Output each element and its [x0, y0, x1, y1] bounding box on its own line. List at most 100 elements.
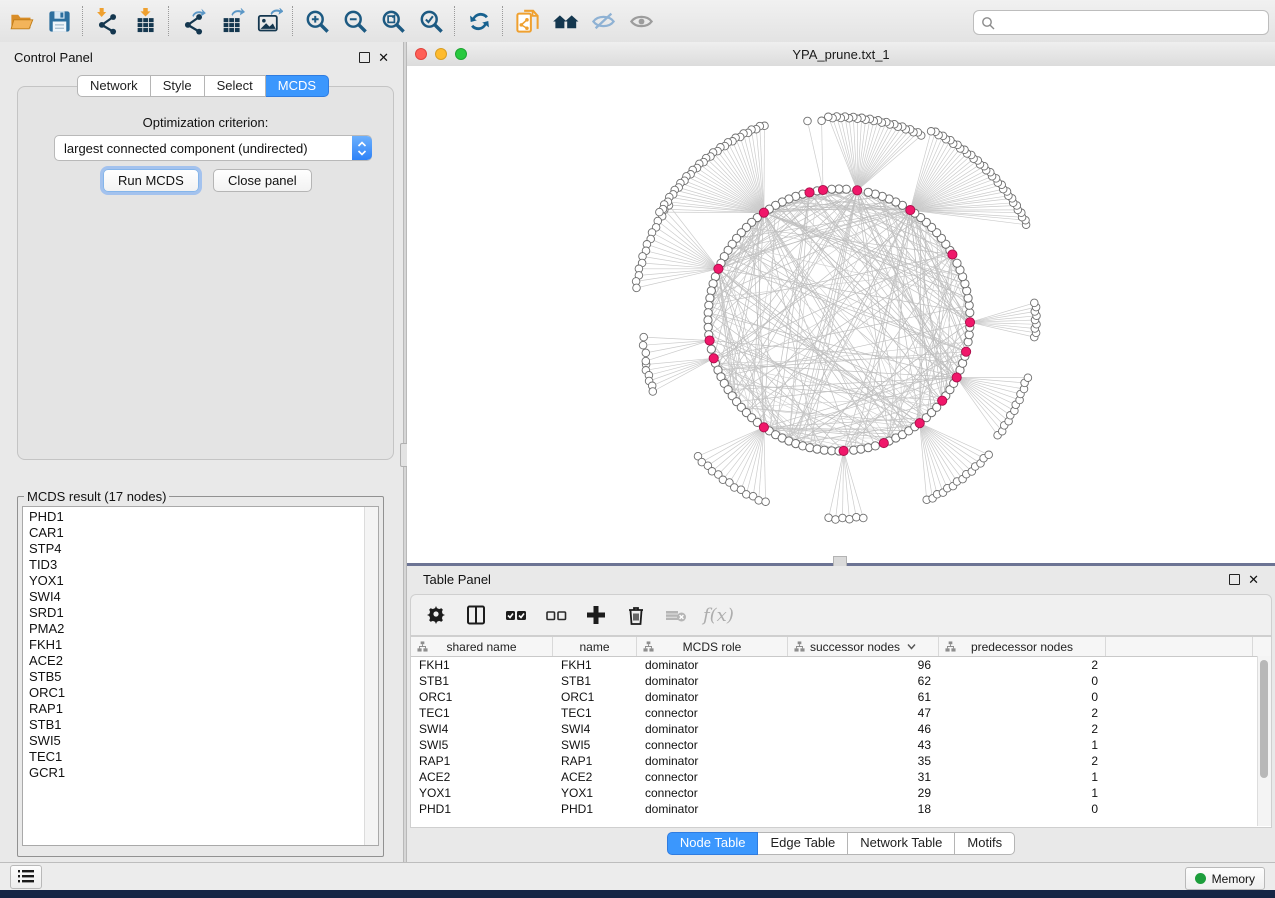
network-graph[interactable] [407, 66, 1275, 563]
tab-edge-table[interactable]: Edge Table [758, 832, 848, 855]
cell: 2 [939, 753, 1106, 769]
memory-button[interactable]: Memory [1185, 867, 1265, 890]
column-header-shared-name[interactable]: shared name [411, 637, 553, 656]
control-panel-tabs: NetworkStyleSelectMCDS [77, 75, 329, 97]
mcds-result-item[interactable]: PHD1 [29, 509, 378, 525]
zoom-in-button[interactable] [298, 4, 336, 38]
table-row[interactable]: TEC1TEC1connector472 [411, 705, 1271, 721]
split-view-button[interactable] [463, 601, 489, 629]
run-mcds-button[interactable]: Run MCDS [103, 169, 199, 192]
cell: ORC1 [411, 689, 553, 705]
export-network-icon [180, 8, 207, 35]
open-file-button[interactable] [2, 4, 40, 38]
import-table-button[interactable] [126, 4, 164, 38]
memory-label: Memory [1212, 872, 1255, 886]
mcds-result-item[interactable]: PMA2 [29, 621, 378, 637]
table-row[interactable]: YOX1YOX1connector291 [411, 785, 1271, 801]
float-panel-icon[interactable] [359, 52, 370, 63]
network-window: YPA_prune.txt_1 [407, 42, 1275, 563]
zoom-selected-icon [418, 8, 445, 35]
table-row[interactable]: STB1STB1dominator620 [411, 673, 1271, 689]
save-session-button[interactable] [40, 4, 78, 38]
delete-column-button[interactable] [623, 601, 649, 629]
export-image-button[interactable] [250, 4, 288, 38]
mcds-result-item[interactable]: SWI4 [29, 589, 378, 605]
mcds-result-item[interactable]: STP4 [29, 541, 378, 557]
tab-motifs[interactable]: Motifs [955, 832, 1015, 855]
export-table-button[interactable] [212, 4, 250, 38]
tab-style[interactable]: Style [151, 75, 205, 97]
table-row[interactable]: ACE2ACE2connector311 [411, 769, 1271, 785]
table-row[interactable]: SWI5SWI5connector431 [411, 737, 1271, 753]
import-network-button[interactable] [88, 4, 126, 38]
deselect-all-button[interactable] [543, 601, 569, 629]
mcds-result-item[interactable]: FKH1 [29, 637, 378, 653]
close-panel-button[interactable]: Close panel [213, 169, 312, 192]
column-header-empty[interactable] [1106, 637, 1253, 656]
function-builder-button[interactable]: f(x) [703, 601, 734, 629]
network-canvas[interactable] [407, 66, 1275, 563]
column-header-name[interactable]: name [553, 637, 637, 656]
table-row[interactable]: PHD1PHD1dominator180 [411, 801, 1271, 817]
table-row[interactable]: FKH1FKH1dominator962 [411, 657, 1271, 673]
add-column-button[interactable] [583, 601, 609, 629]
select-all-button[interactable] [503, 601, 529, 629]
column-label: shared name [446, 640, 516, 654]
toolbar-separator [82, 6, 84, 36]
cell: 0 [939, 689, 1106, 705]
toolbar-separator [168, 6, 170, 36]
mcds-result-list[interactable]: PHD1CAR1STP4TID3YOX1SWI4SRD1PMA2FKH1ACE2… [22, 506, 379, 846]
table-scrollbar[interactable] [1257, 656, 1271, 826]
cell: dominator [637, 721, 788, 737]
tab-select[interactable]: Select [205, 75, 266, 97]
float-table-panel-icon[interactable] [1229, 574, 1240, 585]
first-neighbors-button[interactable] [546, 4, 584, 38]
search-input[interactable] [995, 14, 1268, 32]
table-row[interactable]: RAP1RAP1dominator352 [411, 753, 1271, 769]
table-scrollbar-thumb[interactable] [1260, 660, 1268, 778]
zoom-out-button[interactable] [336, 4, 374, 38]
show-all-button[interactable] [622, 4, 660, 38]
table-row[interactable]: ORC1ORC1dominator610 [411, 689, 1271, 705]
mcds-result-item[interactable]: TID3 [29, 557, 378, 573]
export-network-button[interactable] [174, 4, 212, 38]
mcds-list-scrollbar[interactable] [364, 507, 378, 845]
tab-mcds[interactable]: MCDS [266, 75, 329, 97]
gear-button[interactable] [423, 601, 449, 629]
optimization-select[interactable]: largest connected component (undirected) [54, 135, 372, 161]
cell: SWI4 [553, 721, 637, 737]
mcds-result-item[interactable]: CAR1 [29, 525, 378, 541]
tab-network[interactable]: Network [77, 75, 151, 97]
close-panel-icon[interactable]: ✕ [378, 53, 389, 62]
table-row[interactable]: SWI4SWI4dominator462 [411, 721, 1271, 737]
column-header-predecessor-nodes[interactable]: predecessor nodes [939, 637, 1106, 656]
mcds-result-item[interactable]: SWI5 [29, 733, 378, 749]
mcds-result-item[interactable]: TEC1 [29, 749, 378, 765]
mcds-result-item[interactable]: SRD1 [29, 605, 378, 621]
zoom-selected-button[interactable] [412, 4, 450, 38]
tab-node-table[interactable]: Node Table [667, 832, 759, 855]
desktop-sliver [0, 72, 7, 862]
mcds-result-item[interactable]: RAP1 [29, 701, 378, 717]
column-header-successor-nodes[interactable]: successor nodes [788, 637, 939, 656]
clone-network-button[interactable] [508, 4, 546, 38]
cell: 1 [939, 769, 1106, 785]
mcds-result-item[interactable]: GCR1 [29, 765, 378, 781]
mcds-result-item[interactable]: STB1 [29, 717, 378, 733]
delete-table-button[interactable] [663, 601, 689, 629]
mcds-result-item[interactable]: YOX1 [29, 573, 378, 589]
column-header-MCDS-role[interactable]: MCDS role [637, 637, 788, 656]
mcds-result-item[interactable]: STB5 [29, 669, 378, 685]
close-table-panel-icon[interactable]: ✕ [1248, 575, 1259, 584]
refresh-button[interactable] [460, 4, 498, 38]
zoom-fit-button[interactable] [374, 4, 412, 38]
control-panel-header: Control Panel ✕ [0, 42, 403, 72]
mcds-result-item[interactable]: ACE2 [29, 653, 378, 669]
cell [1106, 689, 1253, 705]
cell: 46 [788, 721, 939, 737]
mcds-result-item[interactable]: ORC1 [29, 685, 378, 701]
cell: 2 [939, 657, 1106, 673]
hide-selected-button[interactable] [584, 4, 622, 38]
task-history-button[interactable] [10, 865, 42, 889]
tab-network-table[interactable]: Network Table [848, 832, 955, 855]
